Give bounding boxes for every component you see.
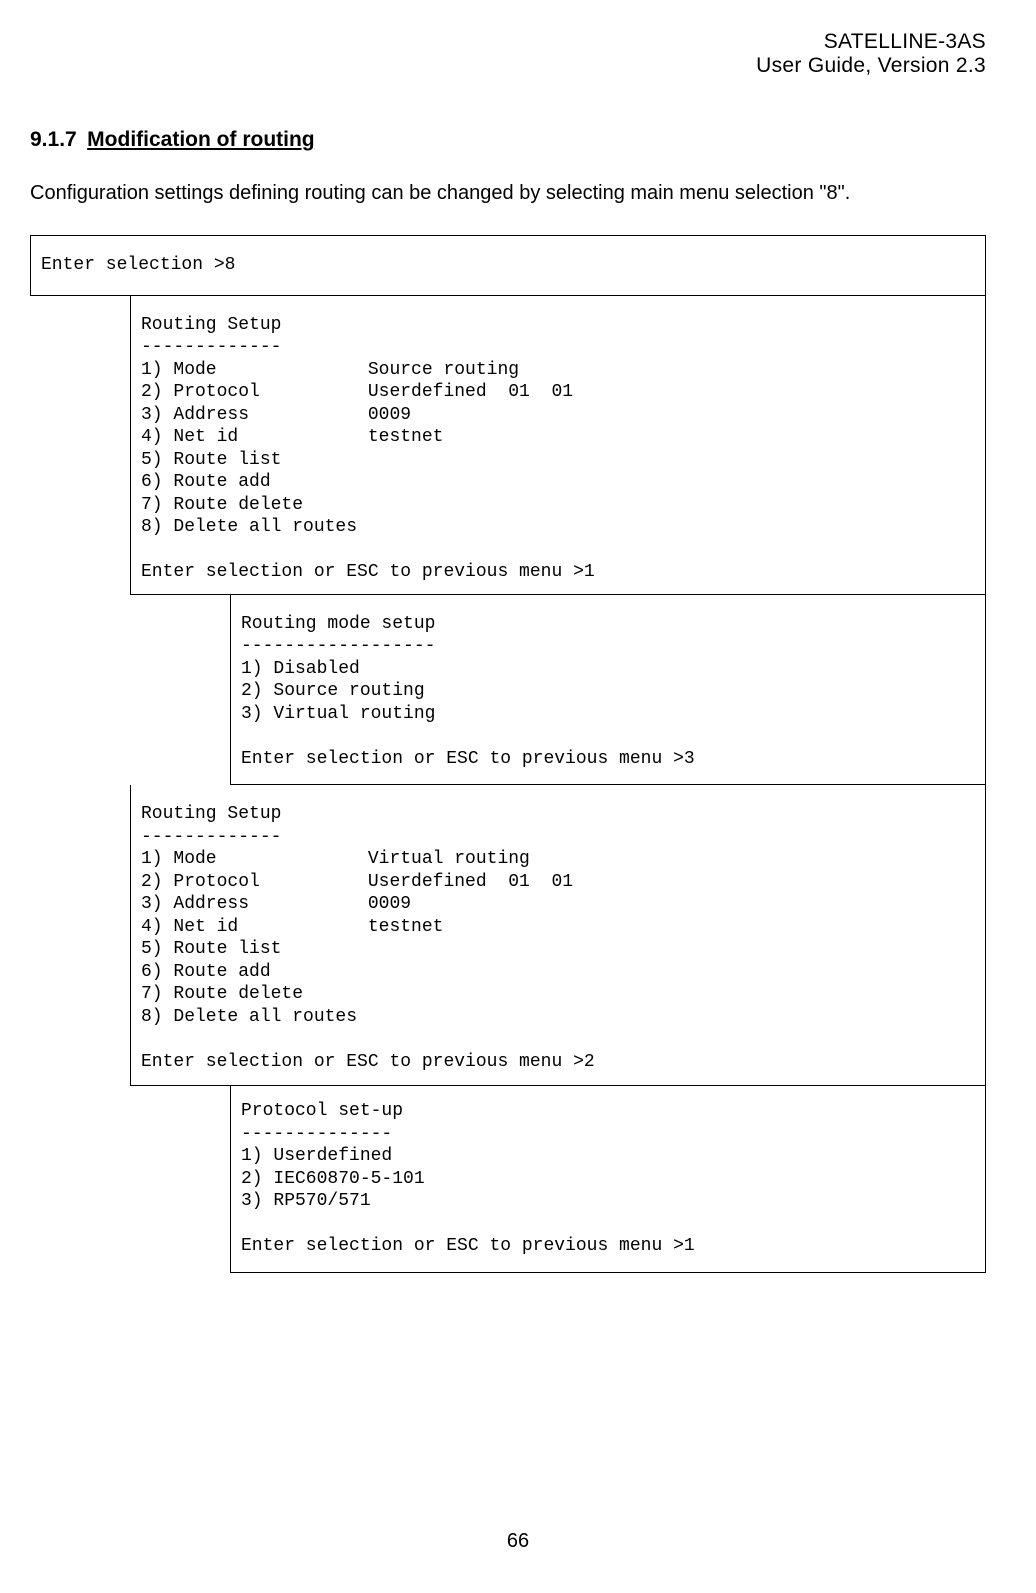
section-number: 9.1.7 [30,128,77,151]
terminal-box-routing-setup-1: Routing Setup ------------- 1) Mode Sour… [130,296,986,595]
terminal-box-enter-selection: Enter selection >8 [30,235,986,296]
page-number: 66 [0,1530,1036,1553]
section-heading: 9.1.7 Modification of routing [30,128,986,152]
terminal-box-protocol-setup: Protocol set-up -------------- 1) Userde… [230,1086,986,1273]
section-title: Modification of routing [87,128,314,151]
terminal-box-routing-mode-setup: Routing mode setup ------------------ 1)… [230,595,986,786]
document-header: SATELLINE-3AS User Guide, Version 2.3 [30,30,986,78]
guide-version: User Guide, Version 2.3 [756,54,986,77]
terminal-box-routing-setup-2: Routing Setup ------------- 1) Mode Virt… [130,785,986,1086]
product-name: SATELLINE-3AS [824,30,986,53]
intro-paragraph: Configuration settings defining routing … [30,182,986,205]
